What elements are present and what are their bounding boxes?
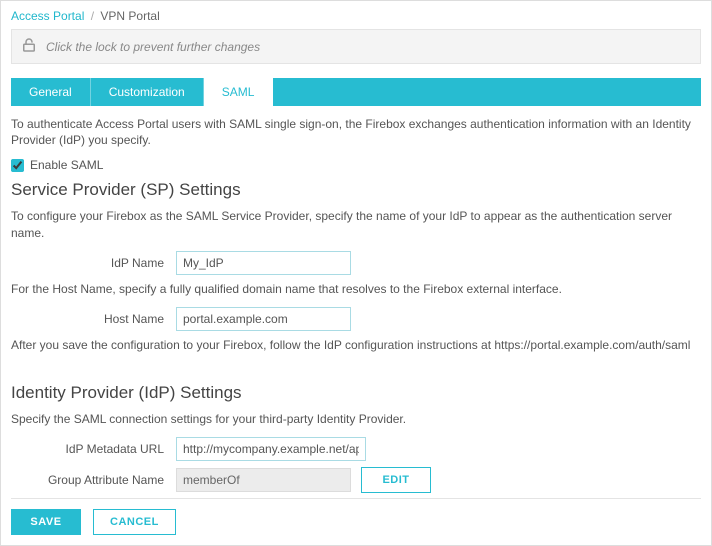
- host-name-input[interactable]: [176, 307, 351, 331]
- group-attribute-row: Group Attribute Name EDIT: [11, 467, 701, 493]
- saml-intro-text: To authenticate Access Portal users with…: [11, 116, 701, 148]
- group-attribute-input: [176, 468, 351, 492]
- tab-strip: General Customization SAML: [11, 78, 701, 106]
- save-button[interactable]: SAVE: [11, 509, 81, 535]
- idp-settings-heading: Identity Provider (IdP) Settings: [11, 383, 701, 403]
- breadcrumb-separator: /: [91, 9, 94, 23]
- tab-customization[interactable]: Customization: [91, 78, 204, 106]
- edit-group-attribute-button[interactable]: EDIT: [361, 467, 431, 493]
- footer-actions: SAVE CANCEL: [11, 498, 701, 535]
- host-name-row: Host Name: [11, 307, 701, 331]
- lock-icon[interactable]: [20, 36, 38, 57]
- idp-name-input[interactable]: [176, 251, 351, 275]
- host-name-desc: For the Host Name, specify a fully quali…: [11, 281, 701, 297]
- host-name-label: Host Name: [11, 312, 176, 326]
- enable-saml-label: Enable SAML: [30, 158, 103, 172]
- lock-message: Click the lock to prevent further change…: [46, 40, 260, 54]
- tab-saml[interactable]: SAML: [204, 78, 274, 106]
- idp-metadata-label: IdP Metadata URL: [11, 442, 176, 456]
- enable-saml-checkbox[interactable]: [11, 159, 24, 172]
- sp-settings-heading: Service Provider (SP) Settings: [11, 180, 701, 200]
- idp-name-row: IdP Name: [11, 251, 701, 275]
- breadcrumb-parent-link[interactable]: Access Portal: [11, 9, 84, 23]
- sp-settings-desc: To configure your Firebox as the SAML Se…: [11, 208, 701, 240]
- idp-metadata-input[interactable]: [176, 437, 366, 461]
- idp-settings-desc: Specify the SAML connection settings for…: [11, 411, 701, 427]
- group-attribute-label: Group Attribute Name: [11, 473, 176, 487]
- enable-saml-row: Enable SAML: [11, 158, 701, 172]
- breadcrumb-current: VPN Portal: [100, 9, 159, 23]
- lock-bar: Click the lock to prevent further change…: [11, 29, 701, 64]
- sp-after-save-text: After you save the configuration to your…: [11, 337, 701, 353]
- idp-metadata-row: IdP Metadata URL: [11, 437, 701, 461]
- idp-name-label: IdP Name: [11, 256, 176, 270]
- breadcrumb: Access Portal / VPN Portal: [11, 9, 701, 23]
- cancel-button[interactable]: CANCEL: [93, 509, 176, 535]
- tab-general[interactable]: General: [11, 78, 91, 106]
